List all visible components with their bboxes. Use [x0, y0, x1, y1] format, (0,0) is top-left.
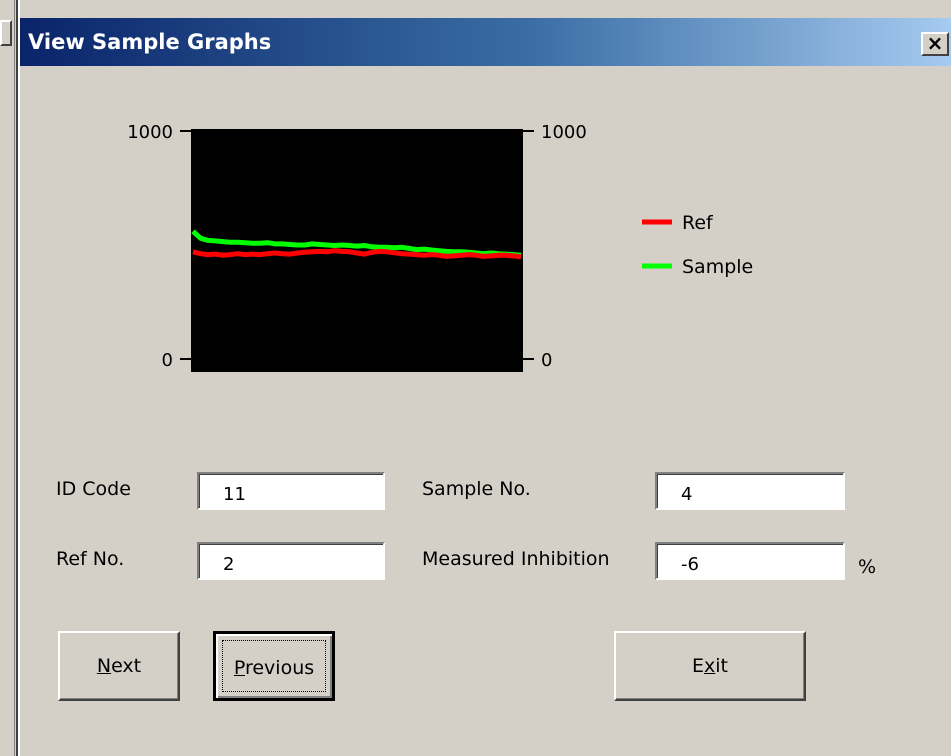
left-tick-label-bottom: 0	[162, 350, 173, 371]
sample-graph-chart: 1000 0 1000 0 Ref Sample	[127, 122, 753, 372]
next-button[interactable]: Next	[58, 631, 180, 701]
legend-label-sample: Sample	[682, 256, 753, 278]
exit-button[interactable]: Exit	[614, 631, 806, 701]
parent-window-edge	[0, 0, 22, 756]
id-code-label: ID Code	[56, 478, 131, 500]
ref-no-field[interactable]: 2	[197, 542, 385, 580]
ref-no-label: Ref No.	[56, 548, 125, 570]
next-label-rest: ext	[111, 655, 142, 677]
right-tick-label-top: 1000	[541, 122, 587, 143]
previous-label-rest: revious	[244, 657, 315, 679]
exit-label-pre: E	[692, 655, 705, 677]
percent-unit-label: %	[858, 556, 877, 578]
measured-inhibition-label: Measured Inhibition	[422, 548, 610, 570]
previous-focus-rect: Previous	[222, 640, 326, 692]
measured-inhibition-field[interactable]: -6	[655, 542, 845, 580]
id-code-field[interactable]: 11	[197, 472, 385, 510]
parent-window-button[interactable]	[0, 20, 12, 46]
exit-label-rest: it	[715, 655, 728, 677]
exit-mnemonic: x	[704, 655, 716, 677]
sample-no-field[interactable]: 4	[655, 472, 845, 510]
left-tick-label-top: 1000	[127, 122, 173, 143]
legend-label-ref: Ref	[682, 212, 714, 234]
sample-no-label: Sample No.	[422, 478, 531, 500]
right-tick-label-bottom: 0	[541, 350, 552, 371]
next-mnemonic: N	[96, 655, 112, 677]
previous-button[interactable]: Previous	[213, 631, 335, 701]
view-sample-graphs-dialog: View Sample Graphs × 1000 0 1000 0 Ref S…	[20, 10, 951, 756]
previous-mnemonic: P	[233, 657, 245, 679]
